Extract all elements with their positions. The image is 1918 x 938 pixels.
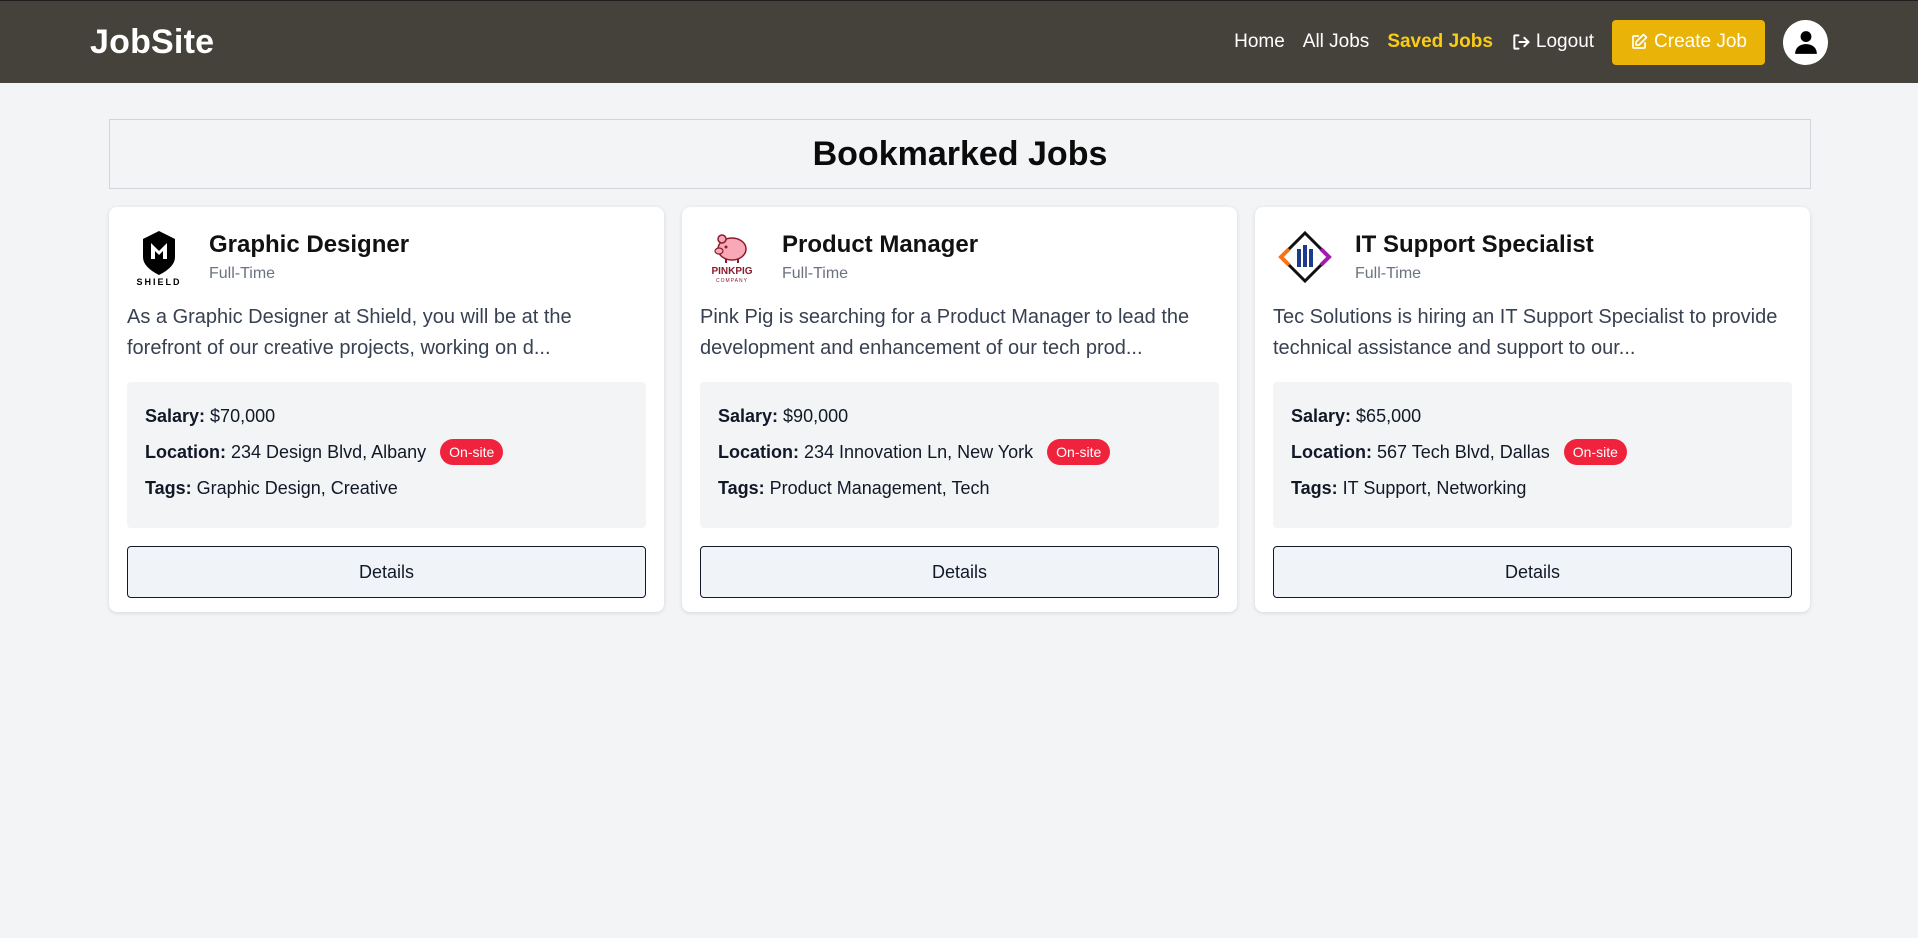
edit-icon: [1632, 33, 1648, 49]
job-card-header: IT Support Specialist Full-Time: [1273, 225, 1792, 289]
location-row: Location: 567 Tech Blvd, Dallas On-site: [1291, 434, 1774, 470]
salary-row: Salary: $65,000: [1291, 398, 1774, 434]
svg-text:PINKPIG: PINKPIG: [711, 266, 752, 277]
main-content: Bookmarked Jobs SHIELD Graphic Designer …: [109, 119, 1811, 612]
tags-value: Product Management, Tech: [769, 477, 990, 498]
job-card: IT Support Specialist Full-Time Tec Solu…: [1255, 207, 1810, 612]
salary-label: Salary:: [1291, 405, 1352, 426]
job-card-header: SHIELD Graphic Designer Full-Time: [127, 225, 646, 289]
job-type: Full-Time: [782, 265, 849, 282]
top-navbar: JobSite Home All Jobs Saved Jobs Logout …: [0, 0, 1918, 83]
create-job-button[interactable]: Create Job: [1612, 19, 1765, 65]
salary-value: $70,000: [210, 405, 276, 426]
job-description: Tec Solutions is hiring an IT Support Sp…: [1273, 306, 1778, 359]
nav-all-jobs-link[interactable]: All Jobs: [1303, 31, 1370, 53]
location-value: 567 Tech Blvd, Dallas: [1377, 441, 1550, 462]
details-button[interactable]: Details: [1273, 546, 1792, 598]
location-value: 234 Design Blvd, Albany: [231, 441, 427, 462]
job-title: Product Manager: [782, 231, 979, 258]
diamond-logo-icon: [1278, 230, 1332, 284]
shield-company-logo: SHIELD: [127, 225, 191, 289]
onsite-badge: On-site: [1047, 439, 1111, 465]
job-card: SHIELD Graphic Designer Full-Time As a G…: [109, 207, 664, 612]
salary-label: Salary:: [145, 405, 206, 426]
location-label: Location:: [145, 441, 226, 462]
location-label: Location:: [718, 441, 799, 462]
user-icon: [1794, 31, 1817, 54]
job-card-list: SHIELD Graphic Designer Full-Time As a G…: [109, 207, 1811, 612]
pinkpig-company-logo: PINKPIG COMPANY: [700, 225, 764, 289]
salary-label: Salary:: [718, 405, 779, 426]
page-title: Bookmarked Jobs: [812, 134, 1108, 173]
tags-label: Tags:: [145, 477, 192, 498]
page-title-box: Bookmarked Jobs: [109, 119, 1811, 189]
job-description: Pink Pig is searching for a Product Mana…: [700, 306, 1190, 359]
tags-row: Tags: Graphic Design, Creative: [145, 470, 628, 506]
nav-saved-jobs-link[interactable]: Saved Jobs: [1387, 31, 1493, 53]
pig-logo-icon: PINKPIG COMPANY: [711, 234, 753, 284]
onsite-badge: On-site: [1563, 439, 1627, 465]
nav-links: Home All Jobs Saved Jobs Logout Create J…: [1216, 19, 1828, 65]
logout-icon: [1513, 34, 1530, 50]
tags-label: Tags:: [1291, 477, 1338, 498]
logout-link[interactable]: Logout: [1511, 31, 1594, 53]
location-row: Location: 234 Design Blvd, Albany On-sit…: [145, 434, 628, 470]
job-title: Graphic Designer: [209, 231, 410, 258]
shield-logo-icon: SHIELD: [136, 231, 181, 287]
tags-row: Tags: IT Support, Networking: [1291, 470, 1774, 506]
brand-logo[interactable]: JobSite: [90, 23, 214, 62]
job-info-box: Salary: $65,000 Location: 567 Tech Blvd,…: [1273, 382, 1792, 528]
job-info-box: Salary: $90,000 Location: 234 Innovation…: [700, 382, 1219, 528]
details-button[interactable]: Details: [700, 546, 1219, 598]
details-button[interactable]: Details: [127, 546, 646, 598]
job-description: As a Graphic Designer at Shield, you wil…: [127, 306, 572, 359]
onsite-badge: On-site: [440, 439, 504, 465]
tags-value: Graphic Design, Creative: [196, 477, 398, 498]
location-value: 234 Innovation Ln, New York: [804, 441, 1034, 462]
tec-solutions-logo: [1273, 225, 1337, 289]
create-job-label: Create Job: [1654, 31, 1747, 52]
job-card-header: PINKPIG COMPANY Product Manager Full-Tim…: [700, 225, 1219, 289]
salary-row: Salary: $90,000: [718, 398, 1201, 434]
location-row: Location: 234 Innovation Ln, New York On…: [718, 434, 1201, 470]
location-label: Location:: [1291, 441, 1372, 462]
job-card: PINKPIG COMPANY Product Manager Full-Tim…: [682, 207, 1237, 612]
salary-value: $65,000: [1356, 405, 1422, 426]
tags-label: Tags:: [718, 477, 765, 498]
job-title: IT Support Specialist: [1355, 231, 1594, 258]
nav-home-link[interactable]: Home: [1234, 31, 1285, 53]
user-avatar[interactable]: [1783, 19, 1828, 65]
job-type: Full-Time: [209, 265, 276, 282]
tags-row: Tags: Product Management, Tech: [718, 470, 1201, 506]
salary-value: $90,000: [783, 405, 849, 426]
job-type: Full-Time: [1355, 265, 1422, 282]
logout-label: Logout: [1535, 31, 1595, 52]
svg-text:COMPANY: COMPANY: [716, 278, 748, 284]
salary-row: Salary: $70,000: [145, 398, 628, 434]
svg-text:SHIELD: SHIELD: [136, 277, 181, 287]
job-info-box: Salary: $70,000 Location: 234 Design Blv…: [127, 382, 646, 528]
tags-value: IT Support, Networking: [1342, 477, 1527, 498]
